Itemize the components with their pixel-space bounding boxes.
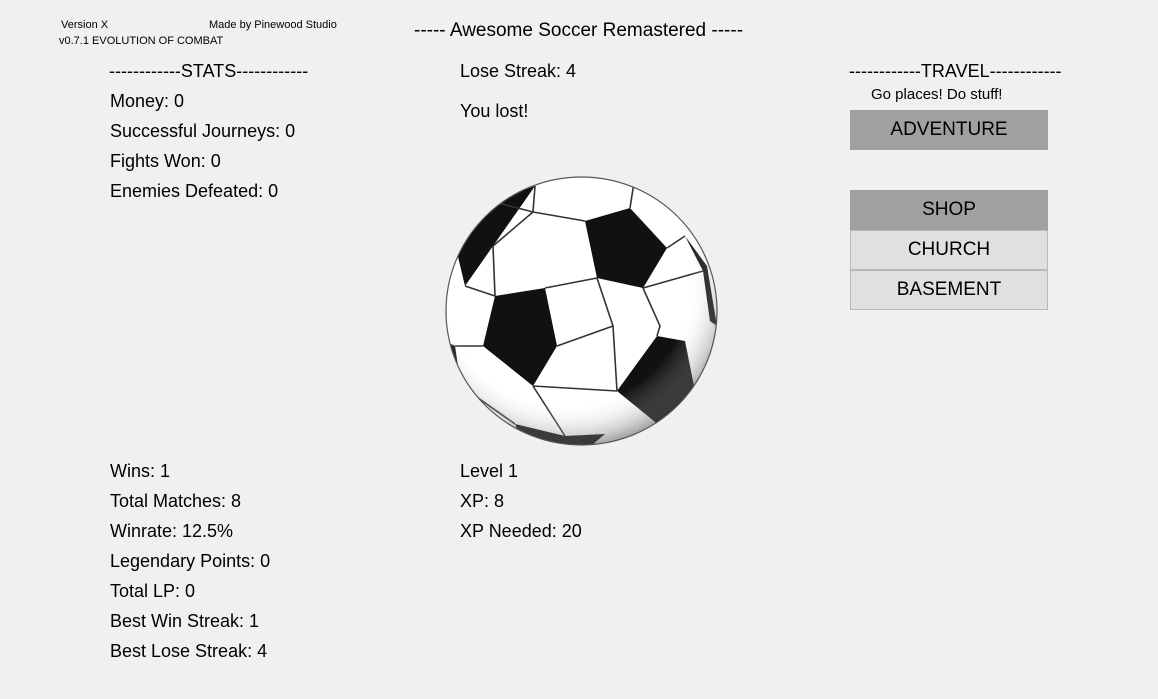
winrate-stat: Winrate: 12.5% <box>110 521 234 541</box>
xp-needed-stat: XP Needed: 20 <box>460 521 582 541</box>
total-matches-stat: Total Matches: 8 <box>110 491 242 511</box>
stats-heading: ------------STATS------------ <box>109 61 309 81</box>
best-win-streak-stat: Best Win Streak: 1 <box>110 611 260 631</box>
shop-button[interactable]: SHOP <box>850 190 1048 230</box>
total-lp-stat: Total LP: 0 <box>110 581 196 601</box>
legendary-points-stat: Legendary Points: 0 <box>110 551 271 571</box>
journeys-stat: Successful Journeys: 0 <box>110 121 296 141</box>
travel-heading: ------------TRAVEL------------ <box>849 61 1062 81</box>
money-stat: Money: 0 <box>110 91 185 111</box>
church-button[interactable]: CHURCH <box>850 230 1048 270</box>
travel-subtitle: Go places! Do stuff! <box>871 86 1003 103</box>
soccer-ball-icon[interactable] <box>445 176 718 446</box>
credits-label: Made by Pinewood Studio <box>209 19 337 31</box>
basement-button[interactable]: BASEMENT <box>850 270 1048 310</box>
enemies-defeated-stat: Enemies Defeated: 0 <box>110 181 279 201</box>
fights-won-stat: Fights Won: 0 <box>110 151 221 171</box>
game-title: ----- Awesome Soccer Remastered ----- <box>414 20 744 41</box>
level-stat: Level 1 <box>460 461 519 481</box>
version-subtitle: v0.7.1 EVOLUTION OF COMBAT <box>59 35 224 47</box>
adventure-button[interactable]: ADVENTURE <box>850 110 1048 150</box>
wins-stat: Wins: 1 <box>110 461 171 481</box>
lose-streak-label: Lose Streak: 4 <box>460 61 577 81</box>
version-label: Version X <box>61 19 109 31</box>
result-message: You lost! <box>460 101 529 121</box>
best-lose-streak-stat: Best Lose Streak: 4 <box>110 641 268 661</box>
xp-stat: XP: 8 <box>460 491 505 511</box>
